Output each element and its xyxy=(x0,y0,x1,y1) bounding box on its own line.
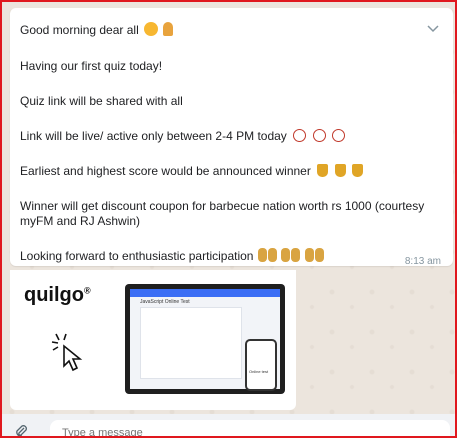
paperclip-icon[interactable] xyxy=(14,424,28,436)
smiling-face-icon xyxy=(144,22,159,36)
screen-title: JavaScript Online Test xyxy=(140,299,190,305)
folded-hands-icon xyxy=(163,22,174,36)
message-input[interactable] xyxy=(50,420,450,436)
message-line-link: Quiz link will be shared with all xyxy=(20,94,183,108)
clapping-hands-icon xyxy=(267,248,277,262)
clapping-hands-icon xyxy=(314,248,324,262)
stopwatch-icon xyxy=(293,129,307,142)
chevron-down-icon[interactable] xyxy=(427,22,439,36)
chat-window: Good morning dear all Having our first q… xyxy=(0,0,457,438)
link-preview-image[interactable]: quilgo® JavaScript Online Test Online te… xyxy=(10,270,296,410)
message-timestamp: 8:13 am xyxy=(404,256,441,267)
stopwatch-icon xyxy=(331,129,345,142)
clapping-hands-icon xyxy=(291,248,301,262)
message-line-prize: Winner will get discount coupon for barb… xyxy=(20,199,425,228)
trophy-icon xyxy=(334,164,346,177)
clapping-hands-icon xyxy=(257,248,267,262)
trophy-icon xyxy=(317,164,329,177)
message-line-greeting: Good morning dear all xyxy=(20,22,174,38)
clapping-hands-icon xyxy=(281,248,291,262)
cursor-click-icon xyxy=(50,332,90,372)
message-bubble[interactable]: Good morning dear all Having our first q… xyxy=(10,8,453,267)
quilgo-logo: quilgo® xyxy=(24,284,91,306)
monitor-screen: JavaScript Online Test Online test xyxy=(130,289,280,391)
clapping-hands-icon xyxy=(304,248,314,262)
trophy-icon xyxy=(351,164,363,177)
screen-question-card xyxy=(140,307,242,379)
message-line-quiz: Having our first quiz today! xyxy=(20,59,163,73)
stopwatch-icon xyxy=(312,129,326,142)
message-line-winner: Earliest and highest score would be anno… xyxy=(20,164,363,179)
monitor-mockup: JavaScript Online Test Online test xyxy=(125,284,285,394)
message-line-closing: Looking forward to enthusiastic particip… xyxy=(20,248,324,264)
phone-mockup: Online test xyxy=(245,339,277,391)
message-composer xyxy=(2,414,455,436)
message-line-live: Link will be live/ active only between 2… xyxy=(20,129,345,144)
